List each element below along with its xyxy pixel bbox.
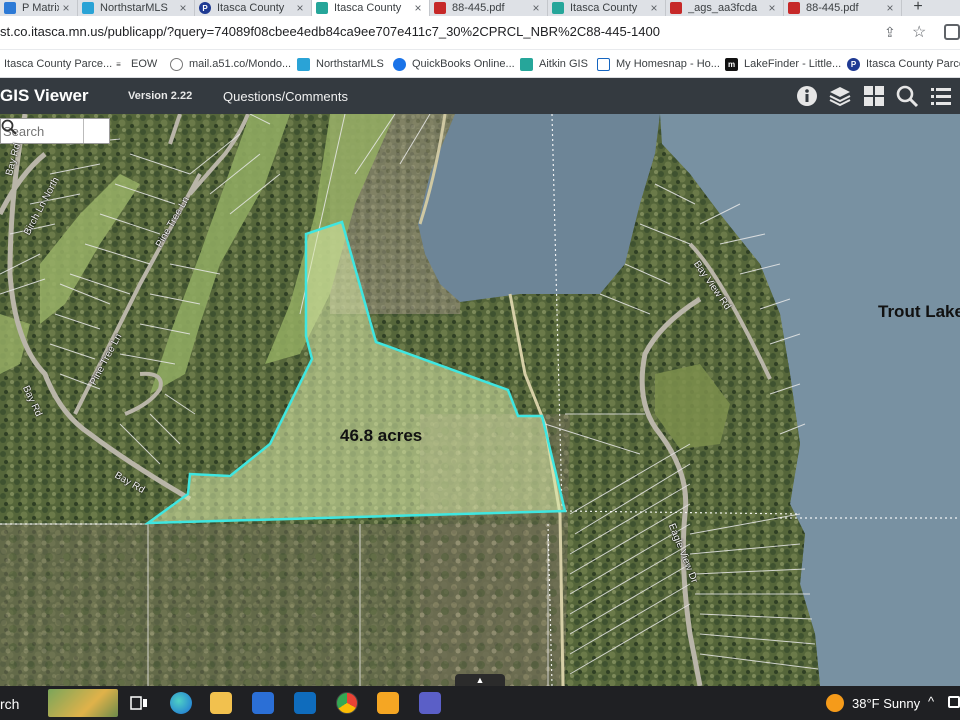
bookmark-label: NorthstarMLS (316, 58, 384, 70)
northstar-icon (297, 57, 310, 71)
parcel-acres-label: 46.8 acres (340, 426, 423, 445)
app-title: GIS Viewer (0, 86, 89, 105)
extension-icon[interactable] (944, 24, 960, 40)
file-explorer-icon[interactable] (210, 692, 232, 714)
outlook-icon[interactable] (294, 692, 316, 714)
gis-header: GIS Viewer Version 2.22 Questions/Commen… (0, 78, 960, 114)
tab-label: 88-445.pdf (452, 2, 505, 14)
gis-icon (552, 2, 564, 14)
bookmark-label: EOW (131, 58, 158, 70)
close-icon[interactable]: × (411, 1, 425, 15)
tab-strip: P Matrix × NorthstarMLS × P Itasca Count… (0, 0, 960, 16)
chrome-icon[interactable] (336, 692, 358, 714)
bookmark-label: Itasca County Parce... (4, 58, 113, 70)
bookmark-label: My Homesnap - Ho... (616, 58, 720, 70)
bookmark-label: QuickBooks Online... (412, 58, 515, 70)
url-text[interactable]: st.co.itasca.mn.us/publicapp/?query=7408… (0, 24, 660, 39)
eow-icon: ≡ (116, 59, 121, 69)
tab-label: NorthstarMLS (100, 2, 168, 14)
questions-comments-link[interactable]: Questions/Comments (223, 89, 348, 104)
map-search-box (0, 118, 110, 144)
bookmark-label: mail.a51.co/Mondo... (189, 58, 292, 70)
parcel-icon: P (847, 57, 860, 71)
tray-chevron-icon[interactable]: ^ (928, 694, 934, 709)
share-icon[interactable]: ⇪ (884, 24, 896, 41)
panel-toggle-button[interactable]: ▲ (455, 674, 505, 686)
bookmark-label: Aitkin GIS (539, 58, 588, 70)
search-icon (1, 119, 17, 135)
bookmark-northstar[interactable]: NorthstarMLS (297, 56, 384, 72)
basemap-grid-icon[interactable] (862, 84, 886, 108)
tab-pdf-88-445-b[interactable]: 88-445.pdf × (784, 0, 902, 16)
close-icon[interactable]: × (529, 1, 543, 15)
menu-list-icon[interactable] (929, 84, 953, 108)
weather-widget[interactable]: 38°F Sunny (826, 694, 920, 712)
new-tab-button[interactable]: + (906, 0, 930, 16)
search-highlight-icon (48, 689, 118, 717)
tab-itasca-gis[interactable]: Itasca County × (548, 0, 666, 16)
teams-icon[interactable] (419, 692, 441, 714)
address-bar: st.co.itasca.mn.us/publicapp/?query=7408… (0, 16, 960, 50)
close-icon[interactable]: × (765, 1, 779, 15)
task-view-icon[interactable] (128, 692, 150, 714)
homesnap-icon (597, 57, 610, 71)
sun-icon (826, 694, 844, 712)
bookmark-aitkin-gis[interactable]: Aitkin GIS (520, 56, 588, 72)
bookmark-itasca-parcel[interactable]: Itasca County Parce... (4, 56, 112, 72)
tab-ags-pdf[interactable]: _ags_aa3fcda × (666, 0, 784, 16)
tab-itasca-gis-active[interactable]: Itasca County × (312, 0, 430, 16)
pdf-icon (788, 2, 800, 14)
map-search-button[interactable] (1, 119, 109, 143)
gis-icon (520, 57, 533, 71)
taskbar-search[interactable]: rch (0, 696, 19, 712)
bookmark-label: LakeFinder - Little... (744, 58, 842, 70)
tab-label: _ags_aa3fcda (688, 2, 758, 14)
store-icon[interactable] (252, 692, 274, 714)
tab-matrix[interactable]: P Matrix × (0, 0, 78, 16)
lake-name-label: Trout Lake (878, 302, 960, 321)
bookmark-homesnap[interactable]: My Homesnap - Ho... (597, 56, 720, 72)
tab-label: Itasca County (217, 2, 285, 14)
close-icon[interactable]: × (176, 1, 190, 15)
close-icon[interactable]: × (647, 1, 661, 15)
tab-northstar[interactable]: NorthstarMLS × (78, 0, 195, 16)
blocked-icon (170, 57, 183, 71)
bookmark-eow[interactable]: ≡ EOW (112, 56, 157, 72)
taskbar: rch 38°F Sunny ^ (0, 686, 960, 720)
pdf-icon (434, 2, 446, 14)
pdf-icon (670, 2, 682, 14)
bookmark-label: Itasca County Parce... (866, 58, 960, 70)
bookmark-lakefinder[interactable]: m LakeFinder - Little... (725, 56, 841, 72)
tab-label: P Matrix (22, 2, 59, 14)
info-icon[interactable] (795, 84, 819, 108)
weather-text: 38°F Sunny (852, 695, 921, 711)
tab-label: Itasca County (334, 2, 402, 14)
bookmark-star-icon[interactable]: ☆ (912, 22, 926, 42)
close-icon[interactable]: × (59, 1, 73, 15)
close-icon[interactable]: × (883, 1, 897, 15)
aerial-map[interactable] (0, 114, 960, 686)
parcel-icon: P (199, 2, 211, 14)
version-label: Version 2.22 (128, 90, 193, 102)
tab-label: 88-445.pdf (806, 2, 859, 14)
tab-pdf-88-445[interactable]: 88-445.pdf × (430, 0, 548, 16)
bookmark-quickbooks[interactable]: QuickBooks Online... (393, 56, 515, 72)
layers-icon[interactable] (828, 84, 852, 108)
map-view[interactable]: 46.8 acres Trout Lake Bay Rd Birch Ln No… (0, 114, 960, 686)
northstar-icon (82, 2, 94, 14)
gis-icon (316, 2, 328, 14)
lakefinder-icon: m (725, 57, 738, 71)
tab-label: Itasca County (570, 2, 638, 14)
search-icon[interactable] (895, 84, 919, 108)
bookmark-itasca-parcel-2[interactable]: P Itasca County Parce... (847, 56, 960, 72)
bookmark-mail-a51[interactable]: mail.a51.co/Mondo... (170, 56, 291, 72)
close-icon[interactable]: × (293, 1, 307, 15)
tab-itasca-parcel[interactable]: P Itasca County × (195, 0, 312, 16)
matrix-icon (4, 2, 16, 14)
network-icon[interactable] (948, 696, 960, 708)
bookmarks-bar: Itasca County Parce... ≡ EOW mail.a51.co… (0, 50, 960, 78)
quickbooks-icon (393, 57, 406, 71)
edge-icon[interactable] (170, 692, 192, 714)
video-icon[interactable] (377, 692, 399, 714)
